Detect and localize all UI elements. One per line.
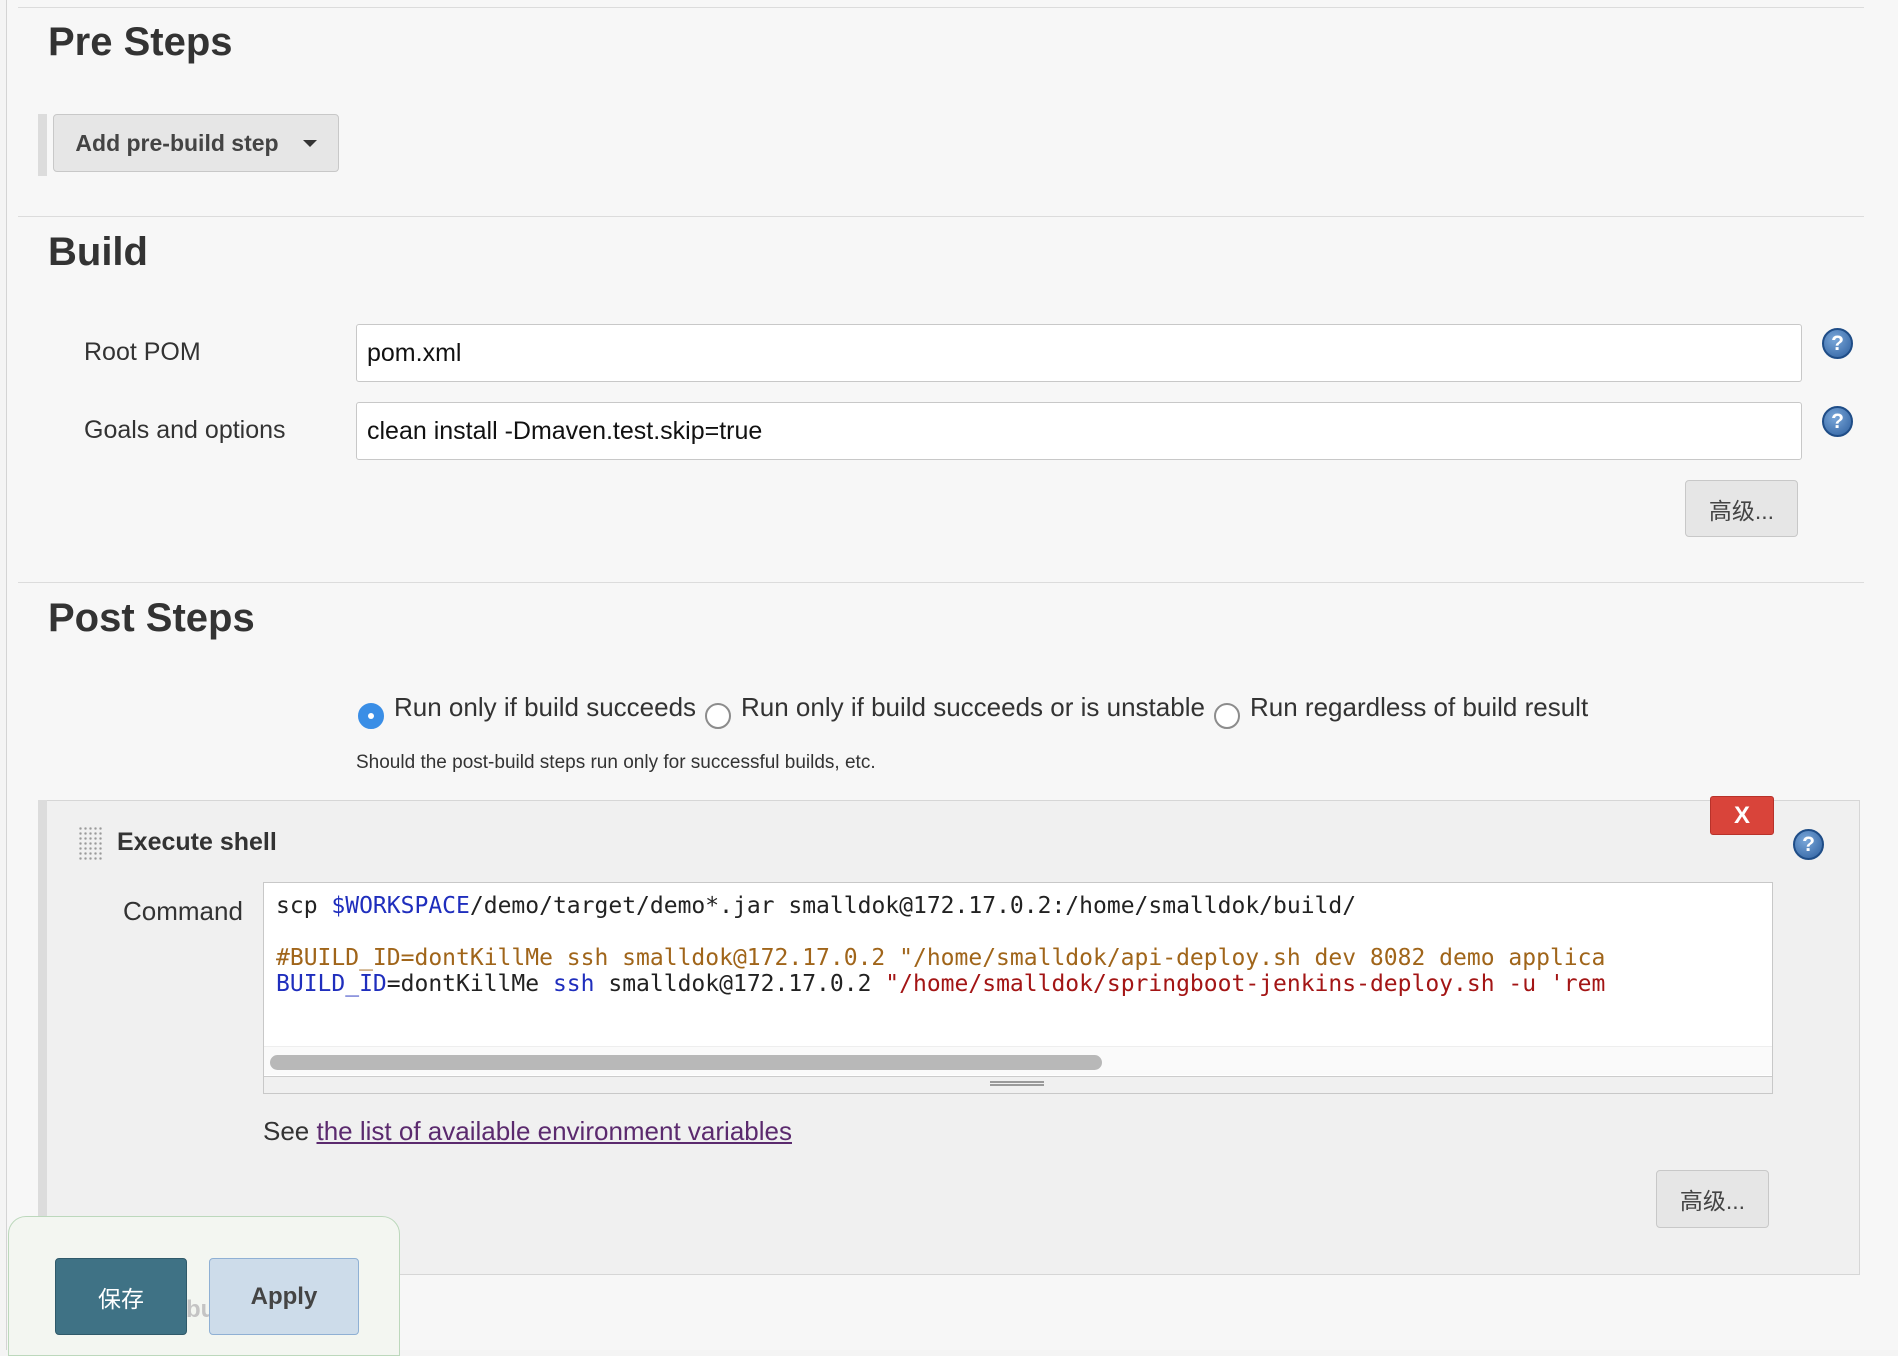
execute-shell-title: Execute shell — [117, 828, 277, 856]
radio-run-regardless[interactable] — [1214, 703, 1240, 729]
code-line: scp $WORKSPACE/demo/target/demo*.jar sma… — [276, 893, 1357, 919]
add-pre-build-step-button[interactable]: Add pre-build step — [53, 114, 339, 172]
command-code: scp $WORKSPACE/demo/target/demo*.jar sma… — [276, 893, 1605, 997]
root-pom-label: Root POM — [84, 338, 201, 366]
delete-step-button[interactable]: X — [1710, 796, 1774, 835]
goals-input[interactable]: clean install -Dmaven.test.skip=true — [356, 402, 1802, 460]
drag-handle-icon[interactable] — [78, 826, 102, 862]
help-icon[interactable]: ? — [1793, 829, 1824, 860]
help-icon[interactable]: ? — [1822, 406, 1853, 437]
pre-steps-title: Pre Steps — [48, 20, 233, 64]
radio-run-if-success[interactable] — [358, 703, 384, 729]
section-divider — [18, 582, 1864, 583]
command-label: Command — [123, 896, 243, 926]
radio-label-run-if-success: Run only if build succeeds — [394, 692, 697, 722]
section-divider — [18, 7, 1864, 8]
env-vars-link[interactable]: the list of available environment variab… — [317, 1116, 792, 1146]
root-pom-input[interactable]: pom.xml — [356, 324, 1802, 382]
goals-value: clean install -Dmaven.test.skip=true — [367, 416, 763, 445]
command-editor[interactable]: scp $WORKSPACE/demo/target/demo*.jar sma… — [263, 882, 1773, 1094]
shell-advanced-button[interactable]: 高级... — [1656, 1170, 1769, 1228]
editor-resize-handle[interactable] — [264, 1076, 1772, 1093]
apply-button[interactable]: Apply — [209, 1258, 359, 1335]
post-steps-title: Post Steps — [48, 596, 255, 640]
env-vars-hint: See the list of available environment va… — [263, 1116, 792, 1146]
goals-label: Goals and options — [84, 416, 286, 444]
chevron-down-icon — [302, 139, 317, 147]
radio-run-if-unstable[interactable] — [705, 703, 731, 729]
add-pre-build-step-label: Add pre-build step — [75, 129, 279, 156]
build-title: Build — [48, 230, 148, 274]
code-line: #BUILD_ID=dontKillMe ssh smalldok@172.17… — [276, 945, 1606, 971]
root-pom-value: pom.xml — [367, 338, 462, 367]
resize-grip-icon — [990, 1081, 1044, 1086]
post-steps-description: Should the post-build steps run only for… — [356, 752, 876, 773]
radio-label-run-regardless: Run regardless of build result — [1250, 692, 1589, 722]
pre-steps-stripe — [38, 114, 47, 176]
horizontal-scrollbar[interactable] — [264, 1046, 1772, 1075]
build-advanced-button[interactable]: 高级... — [1685, 480, 1798, 537]
section-divider — [18, 216, 1864, 217]
save-button[interactable]: 保存 — [55, 1258, 187, 1335]
help-icon[interactable]: ? — [1822, 328, 1853, 359]
code-line: BUILD_ID=dontKillMe ssh smalldok@172.17.… — [276, 971, 1606, 997]
scrollbar-thumb[interactable] — [270, 1055, 1102, 1070]
radio-label-run-if-unstable: Run only if build succeeds or is unstabl… — [741, 692, 1205, 722]
